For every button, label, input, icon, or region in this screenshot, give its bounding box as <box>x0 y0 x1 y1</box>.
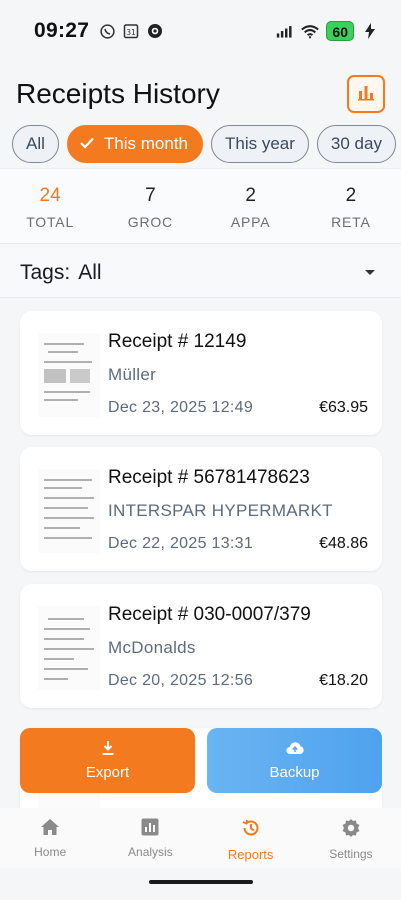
nav-label: Settings <box>329 847 373 861</box>
receipt-date: Dec 23, 2025 12:49 <box>108 399 254 416</box>
filter-this-year[interactable]: This year <box>211 125 309 163</box>
receipt-card[interactable]: Receipt # 12149 Müller Dec 23, 2025 12:4… <box>20 311 382 435</box>
home-icon <box>40 818 60 839</box>
filter-label: All <box>26 134 45 153</box>
status-time: 09:27 <box>34 19 90 42</box>
receipt-store: INTERSPAR HYPERMARKT <box>108 501 333 520</box>
svg-text:31: 31 <box>126 28 136 37</box>
export-label: Export <box>85 764 130 781</box>
stat-value: 7 <box>145 185 156 206</box>
receipt-title: Receipt # 12149 <box>108 331 247 352</box>
export-button[interactable]: Export <box>20 728 195 793</box>
nav-home[interactable]: Home <box>0 808 100 868</box>
analysis-icon <box>141 818 159 839</box>
receipt-amount: €18.20 <box>319 672 368 689</box>
wifi-icon <box>301 22 320 40</box>
stat-label: TOTAL <box>26 214 75 230</box>
charging-icon <box>361 22 379 40</box>
checkmark-icon <box>80 134 94 154</box>
stat-value: 2 <box>345 185 357 206</box>
nav-label: Analysis <box>128 845 173 859</box>
tags-label: Tags: <box>20 260 71 284</box>
download-icon <box>102 740 114 756</box>
receipt-store: Müller <box>108 365 157 384</box>
filter-label: 30 day <box>330 134 382 153</box>
receipt-date: Dec 22, 2025 13:31 <box>108 535 254 552</box>
filter-30-days[interactable]: 30 day <box>316 125 396 163</box>
filter-label: This month <box>103 134 188 153</box>
receipt-title: Receipt # 030-0007/379 <box>108 604 311 625</box>
stat-label: GROC <box>127 214 173 230</box>
cloud-upload-icon <box>285 740 305 756</box>
receipt-thumbnail <box>38 606 100 690</box>
stats-bar: 24 TOTAL 7 GROC 2 APPA 2 RETA <box>0 168 401 244</box>
receipt-thumbnail <box>38 333 100 417</box>
receipt-title: Receipt # 56781478623 <box>108 467 310 488</box>
history-icon <box>241 818 261 841</box>
receipt-amount: €63.95 <box>319 399 368 416</box>
receipt-thumbnail <box>38 469 100 553</box>
stat-retail[interactable]: 2 RETA <box>301 169 401 243</box>
viber-icon <box>98 22 116 40</box>
tags-label-group: Tags: All <box>20 261 102 285</box>
nav-analysis[interactable]: Analysis <box>100 808 200 868</box>
filter-all[interactable]: All <box>12 125 59 163</box>
filter-chips: All This month This year 30 day <box>0 125 401 165</box>
receipt-amount: €48.86 <box>319 535 368 552</box>
header: Receipts History <box>0 66 401 122</box>
dropdown-arrow-icon <box>365 270 375 275</box>
stat-value: 24 <box>39 185 61 206</box>
tags-value: All <box>78 260 102 284</box>
stat-apparel[interactable]: 2 APPA <box>201 169 301 243</box>
receipt-card[interactable]: Receipt # 030-0007/379 McDonalds Dec 20,… <box>20 584 382 708</box>
backup-button[interactable]: Backup <box>207 728 382 793</box>
calendar-icon: 31 <box>122 22 140 40</box>
nav-settings[interactable]: Settings <box>301 808 401 868</box>
receipt-date: Dec 20, 2025 12:56 <box>108 672 254 689</box>
stat-total[interactable]: 24 TOTAL <box>0 169 100 243</box>
status-bar: 09:27 31 60 <box>0 0 401 62</box>
filter-label: This year <box>225 134 295 153</box>
location-icon <box>146 22 164 40</box>
nav-reports[interactable]: Reports <box>201 808 301 868</box>
filter-this-month[interactable]: This month <box>66 125 203 163</box>
analytics-button[interactable] <box>347 75 385 113</box>
gear-icon <box>341 818 361 841</box>
nav-label: Reports <box>227 847 274 862</box>
bar-chart-icon <box>356 82 376 107</box>
home-indicator[interactable] <box>149 880 253 884</box>
stat-groceries[interactable]: 7 GROC <box>100 169 200 243</box>
tags-dropdown[interactable]: Tags: All <box>0 248 401 298</box>
stat-label: RETA <box>331 214 371 230</box>
nav-label: Home <box>34 845 67 859</box>
stat-value: 2 <box>245 185 256 206</box>
stat-label: APPA <box>230 214 271 230</box>
receipt-card[interactable]: Receipt # 56781478623 INTERSPAR HYPERMAR… <box>20 447 382 571</box>
battery-level: 60 <box>326 21 354 41</box>
receipt-store: McDonalds <box>108 638 196 657</box>
signal-icon <box>276 22 294 40</box>
page-title: Receipts History <box>16 78 220 109</box>
backup-label: Backup <box>269 764 320 781</box>
bottom-nav: Home Analysis Reports Settings <box>0 808 401 868</box>
